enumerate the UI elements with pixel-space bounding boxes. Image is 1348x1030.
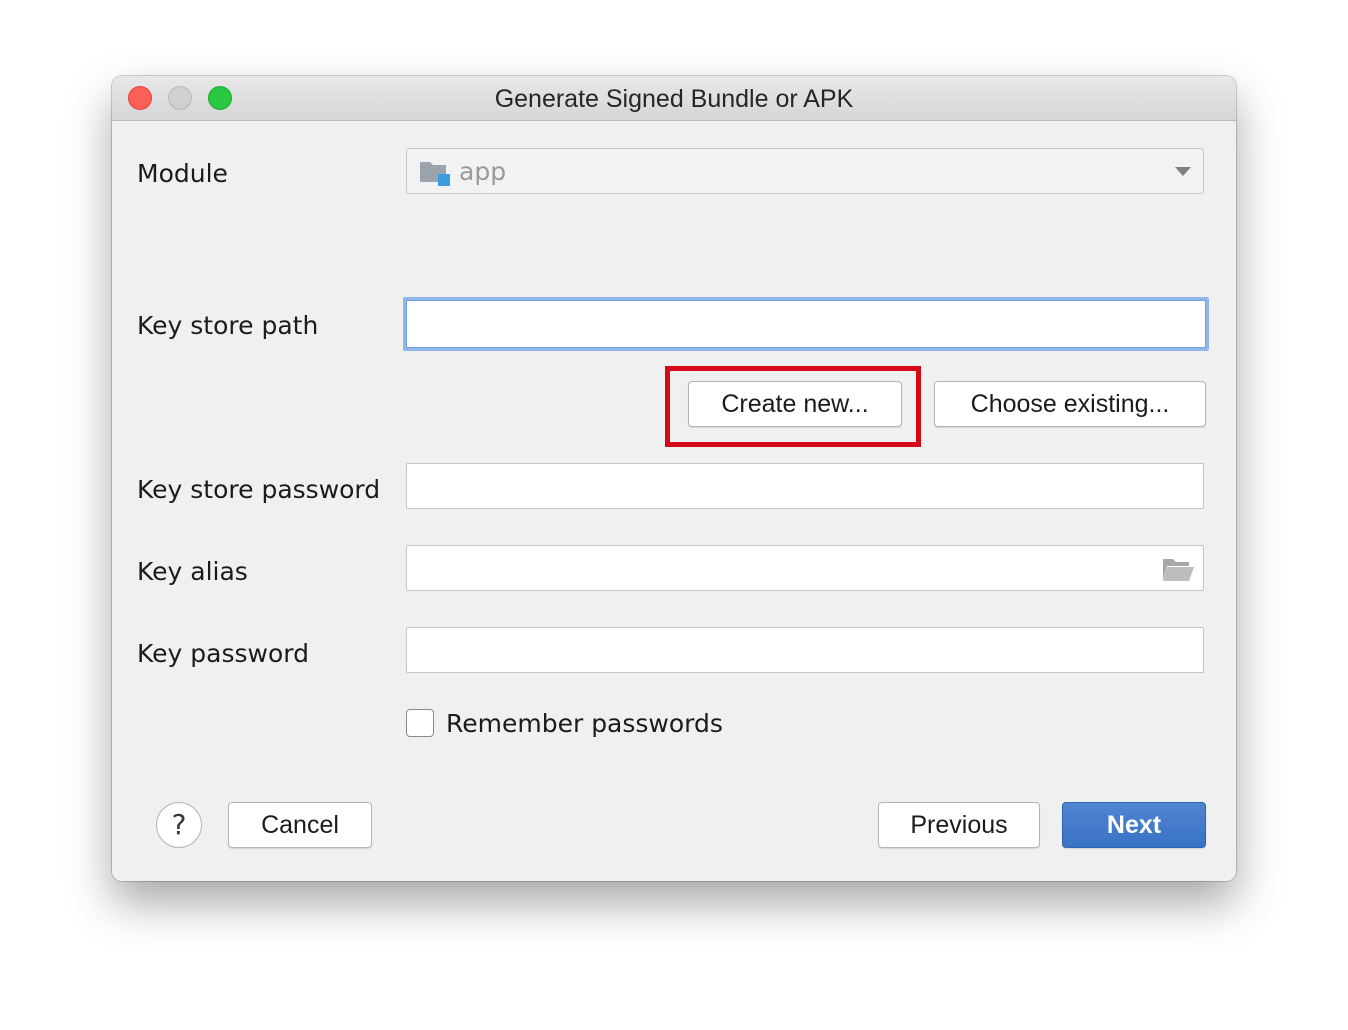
key-store-path-input[interactable] [403, 297, 1209, 351]
key-store-path-label: Key store path [137, 311, 319, 340]
module-select[interactable]: app [406, 148, 1204, 194]
key-password-field[interactable] [406, 627, 1204, 673]
key-alias-field[interactable] [406, 545, 1204, 591]
help-icon[interactable]: ? [156, 802, 202, 848]
module-folder-icon [420, 162, 450, 186]
remember-passwords-label[interactable]: Remember passwords [446, 709, 723, 738]
window-title: Generate Signed Bundle or APK [494, 85, 854, 113]
chevron-down-icon[interactable] [1175, 167, 1191, 176]
choose-existing-button[interactable]: Choose existing... [934, 381, 1206, 427]
key-password-label: Key password [137, 639, 309, 668]
cancel-button[interactable]: Cancel [228, 802, 372, 848]
dialog-content: Module app Key store path Create new... … [112, 121, 1236, 881]
create-new-highlight [665, 366, 921, 447]
title-bar: Generate Signed Bundle or APK [112, 76, 1236, 121]
module-label: Module [137, 159, 228, 188]
remember-passwords-checkbox[interactable] [406, 709, 434, 737]
key-alias-label: Key alias [137, 557, 248, 586]
previous-button[interactable]: Previous [878, 802, 1040, 848]
key-store-password-label: Key store password [137, 475, 381, 504]
dialog-window: Generate Signed Bundle or APK Module app… [112, 76, 1236, 881]
folder-open-icon[interactable] [1161, 556, 1195, 582]
next-button[interactable]: Next [1062, 802, 1206, 848]
key-store-password-field[interactable] [406, 463, 1204, 509]
module-select-value: app [459, 157, 507, 186]
